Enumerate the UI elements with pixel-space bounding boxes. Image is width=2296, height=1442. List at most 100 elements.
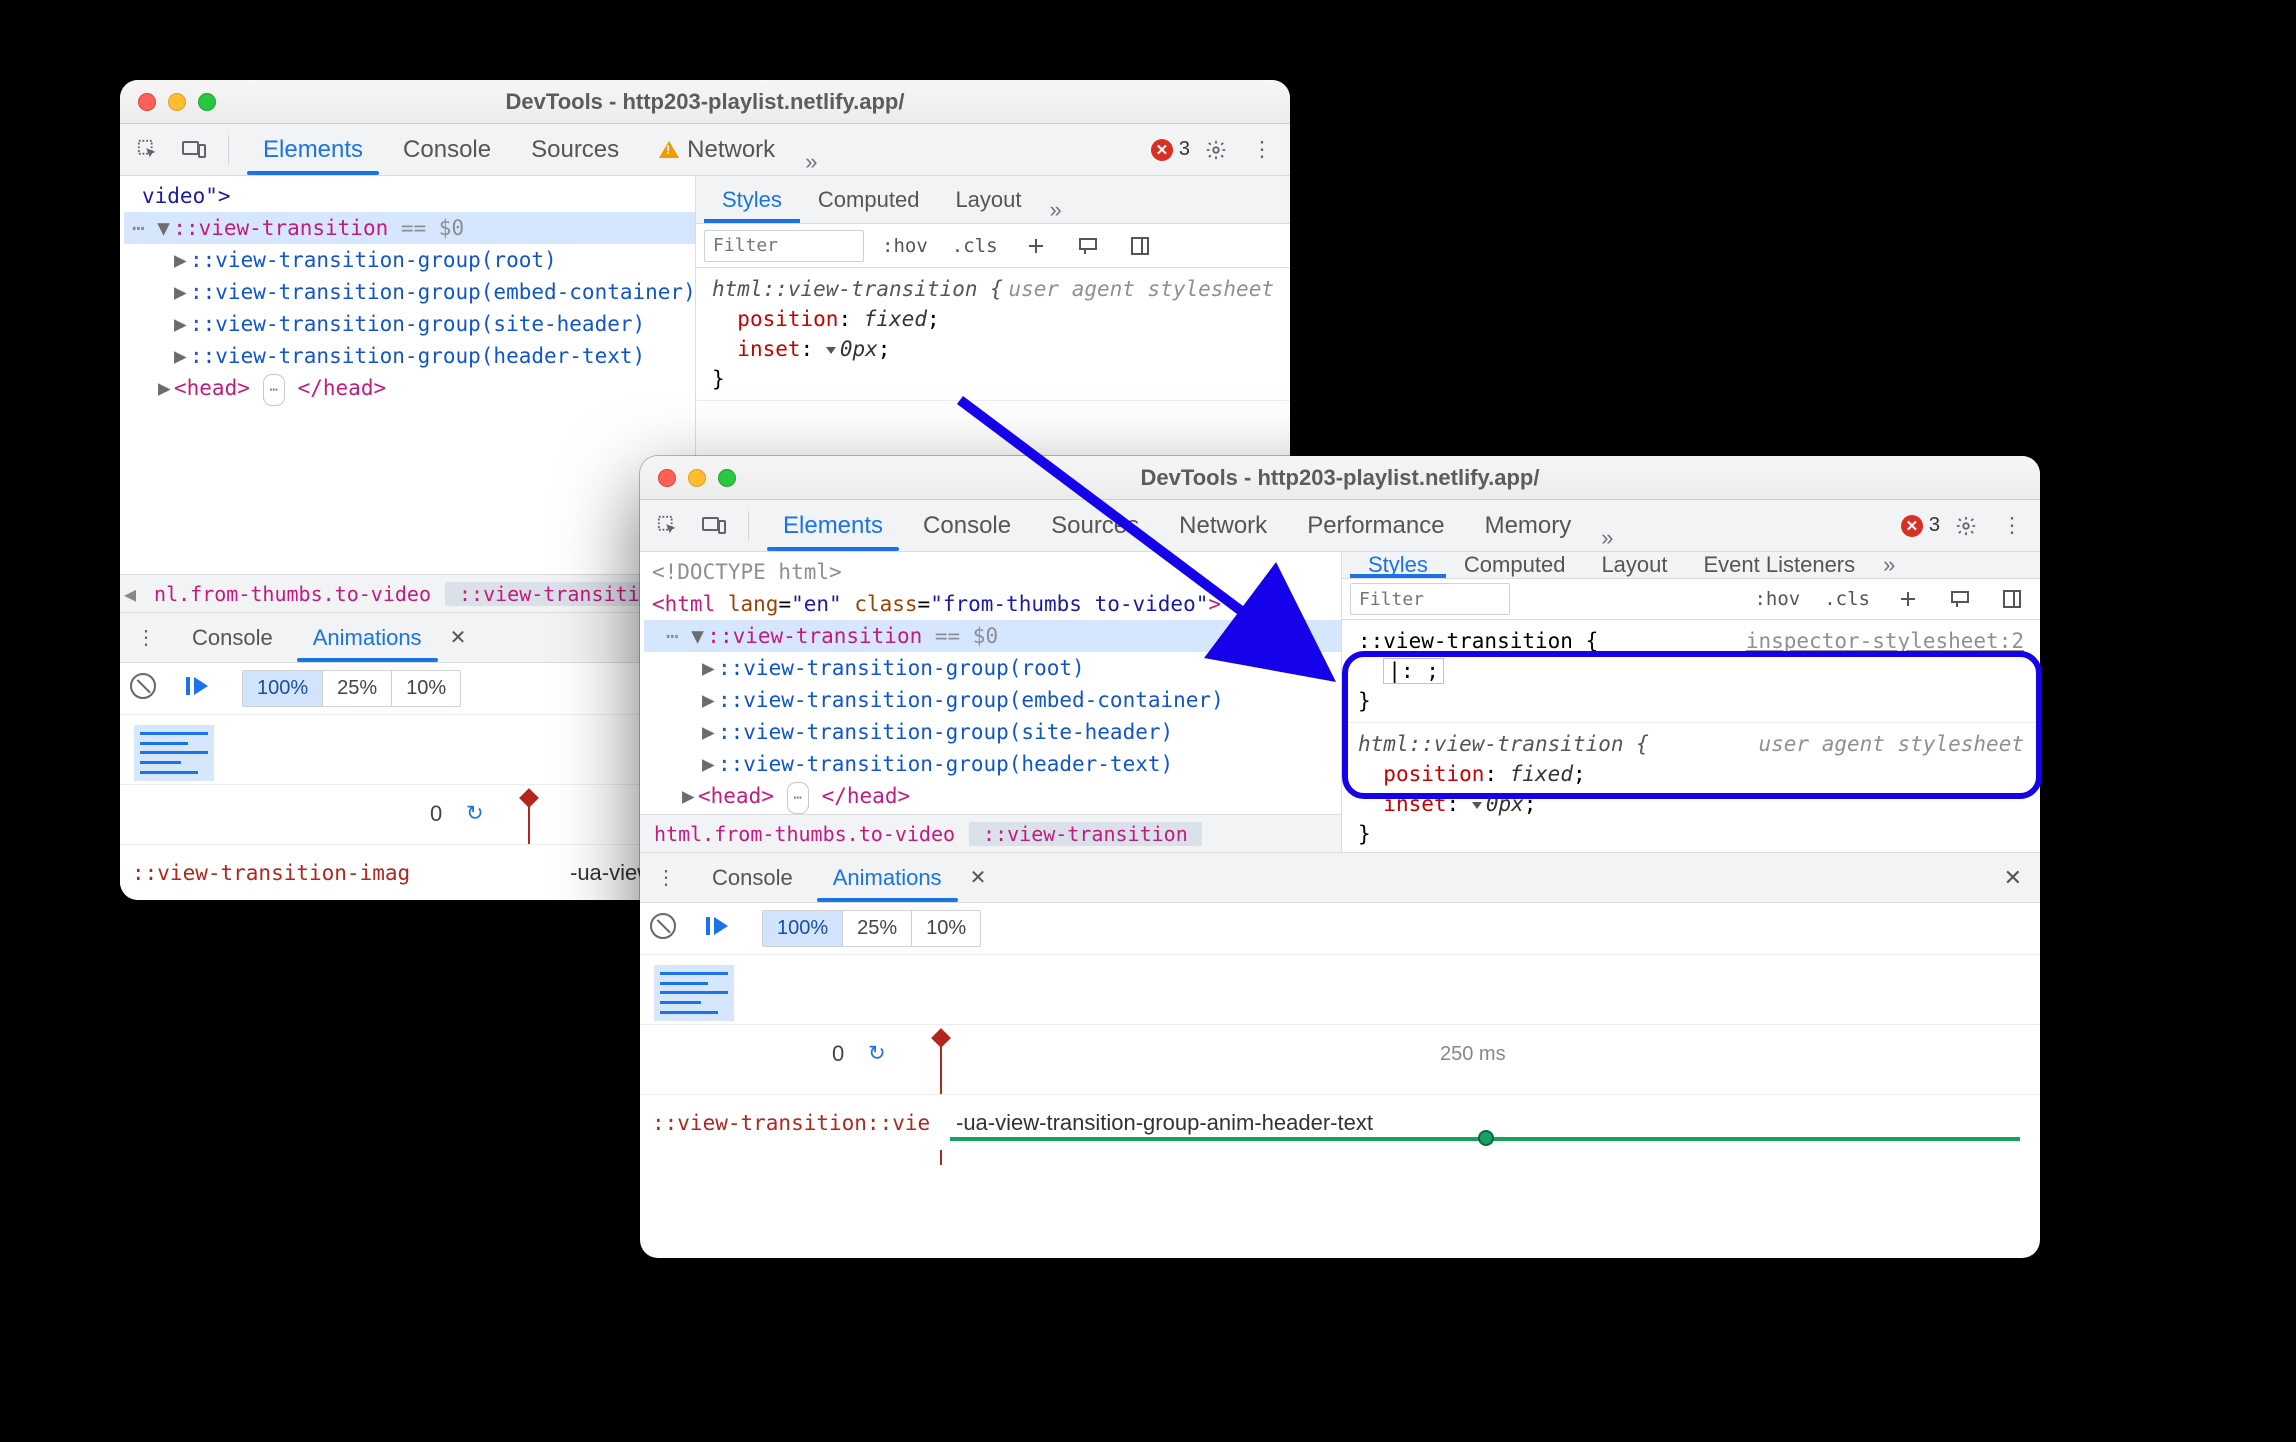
zoom-window-button[interactable] xyxy=(718,469,736,487)
dom-node[interactable]: ▶::view-transition-group(embed-container… xyxy=(644,684,1341,716)
settings-icon[interactable] xyxy=(1946,506,1986,546)
dom-node[interactable]: ▶::view-transition-group(root) xyxy=(124,244,695,276)
tab-elements[interactable]: Elements xyxy=(243,124,383,175)
titlebar[interactable]: DevTools - http203-playlist.netlify.app/ xyxy=(120,80,1290,124)
dom-node[interactable]: ▶::view-transition-group(header-text) xyxy=(124,340,695,372)
inspect-element-icon[interactable] xyxy=(648,506,688,546)
tab-performance[interactable]: Performance xyxy=(1287,500,1464,551)
replay-icon[interactable]: ↻ xyxy=(868,1041,886,1066)
subtab-computed[interactable]: Computed xyxy=(800,176,938,223)
styles-filter-input[interactable] xyxy=(1350,583,1510,615)
kebab-menu-icon[interactable]: ⋮ xyxy=(1992,506,2032,546)
subtab-styles[interactable]: Styles xyxy=(1350,552,1446,578)
breadcrumb-prev-icon[interactable]: ◀ xyxy=(120,582,140,606)
subtabs-overflow-icon[interactable]: » xyxy=(1873,552,1905,578)
style-rule[interactable]: user agent stylesheet html::view-transit… xyxy=(1342,723,2040,852)
rule-source-link[interactable]: inspector-stylesheet:2 xyxy=(1746,626,2024,656)
tab-elements[interactable]: Elements xyxy=(763,500,903,551)
drawer-close-icon[interactable]: ✕ xyxy=(1986,865,2040,891)
breadcrumb-item[interactable]: html.from-thumbs.to-video xyxy=(640,822,969,846)
dom-node-head[interactable]: ▶<head> ⋯ </head> xyxy=(644,780,1341,814)
drawer-menu-icon[interactable]: ⋮ xyxy=(640,865,692,890)
computed-panel-icon[interactable] xyxy=(1992,579,2032,619)
prop-value[interactable]: fixed xyxy=(1510,762,1573,786)
rule-source[interactable]: user agent stylesheet xyxy=(1758,729,2024,759)
prop-value[interactable]: fixed xyxy=(864,307,927,331)
replay-icon[interactable]: ↻ xyxy=(466,801,484,826)
close-tab-icon[interactable]: ✕ xyxy=(442,625,475,650)
close-window-button[interactable] xyxy=(138,93,156,111)
tabs-overflow-icon[interactable]: » xyxy=(795,149,827,175)
subtab-computed[interactable]: Computed xyxy=(1446,552,1584,578)
error-badge[interactable]: ✕3 xyxy=(1151,138,1190,161)
speed-25[interactable]: 25% xyxy=(323,671,392,706)
breadcrumb-item[interactable]: nl.from-thumbs.to-video xyxy=(140,582,445,606)
timeline-header[interactable]: 0 ↻ 250 ms xyxy=(640,1024,2040,1094)
breadcrumb-bar[interactable]: ◀ nl.from-thumbs.to-video ::view-transit… xyxy=(120,574,695,612)
speed-selector[interactable]: 100% 25% 10% xyxy=(242,670,461,707)
new-rule-icon[interactable] xyxy=(1016,226,1056,266)
dom-node[interactable]: ▶::view-transition-group(header-text) xyxy=(644,748,1341,780)
prop-name[interactable]: inset xyxy=(1383,792,1446,816)
rule-selector[interactable]: html::view-transition { xyxy=(1358,732,1649,756)
drawer-menu-icon[interactable]: ⋮ xyxy=(120,625,172,650)
dom-node-selected[interactable]: ⋯ ▼::view-transition == $0 xyxy=(644,620,1341,652)
dom-node[interactable]: ▶::view-transition-group(site-header) xyxy=(124,308,695,340)
timeline-row[interactable]: ::view-transition-imag -ua-view-tr xyxy=(120,844,696,900)
timeline-row[interactable]: ::view-transition::vie -ua-view-transiti… xyxy=(640,1094,2040,1150)
play-icon[interactable] xyxy=(194,677,208,701)
rule-editing-input[interactable]: |: ; xyxy=(1383,658,1444,684)
kebab-menu-icon[interactable]: ⋮ xyxy=(1242,130,1282,170)
subtab-event-listeners[interactable]: Event Listeners xyxy=(1686,552,1874,578)
style-rule-new[interactable]: inspector-stylesheet:2 ::view-transition… xyxy=(1342,620,2040,723)
dom-node-html[interactable]: <html lang="en" class="from-thumbs to-vi… xyxy=(644,588,1341,620)
minimize-window-button[interactable] xyxy=(168,93,186,111)
speed-10[interactable]: 10% xyxy=(392,671,460,706)
speed-selector[interactable]: 100% 25% 10% xyxy=(762,910,981,947)
animations-buffer[interactable] xyxy=(640,954,2040,1024)
breadcrumb-bar[interactable]: html.from-thumbs.to-video ::view-transit… xyxy=(640,814,1341,852)
timeline-target[interactable]: ::view-transition::vie xyxy=(652,1111,930,1135)
subtab-layout[interactable]: Layout xyxy=(937,176,1039,223)
hov-toggle[interactable]: :hov xyxy=(876,231,934,261)
dom-node[interactable]: ▶::view-transition-group(embed-container… xyxy=(124,276,695,308)
animation-group-thumb[interactable] xyxy=(654,965,734,1021)
minimize-window-button[interactable] xyxy=(688,469,706,487)
zoom-window-button[interactable] xyxy=(198,93,216,111)
tabs-overflow-icon[interactable]: » xyxy=(1591,525,1623,551)
style-rule[interactable]: user agent stylesheet html::view-transit… xyxy=(696,268,1290,401)
prop-name[interactable]: position xyxy=(1383,762,1484,786)
breadcrumb-item-current[interactable]: ::view-transition xyxy=(969,822,1202,846)
drawer-tab-animations[interactable]: Animations xyxy=(813,853,962,902)
prop-value[interactable]: 0px xyxy=(840,337,878,361)
animations-buffer[interactable] xyxy=(120,714,696,784)
hov-toggle[interactable]: :hov xyxy=(1748,584,1806,614)
new-rule-icon[interactable] xyxy=(1888,579,1928,619)
tab-sources[interactable]: Sources xyxy=(1031,500,1159,551)
dom-node-head[interactable]: ▶<head> ⋯ </head> xyxy=(124,372,695,407)
prop-name[interactable]: position xyxy=(737,307,838,331)
clear-icon[interactable] xyxy=(650,913,676,945)
titlebar[interactable]: DevTools - http203-playlist.netlify.app/ xyxy=(640,456,2040,500)
close-window-button[interactable] xyxy=(658,469,676,487)
clear-icon[interactable] xyxy=(130,673,156,705)
drawer-tab-animations[interactable]: Animations xyxy=(293,613,442,662)
cls-toggle[interactable]: .cls xyxy=(946,231,1004,261)
format-icon[interactable] xyxy=(1940,579,1980,619)
expand-shorthand-icon[interactable] xyxy=(826,347,836,354)
tab-memory[interactable]: Memory xyxy=(1465,500,1592,551)
tab-console[interactable]: Console xyxy=(903,500,1031,551)
tab-network[interactable]: Network xyxy=(1159,500,1287,551)
dom-tree[interactable]: video"> ⋯ ▼::view-transition == $0 ▶::vi… xyxy=(120,176,695,574)
dom-tree[interactable]: <!DOCTYPE html> <html lang="en" class="f… xyxy=(640,552,1341,814)
drawer-tab-console[interactable]: Console xyxy=(692,853,813,902)
close-tab-icon[interactable]: ✕ xyxy=(962,865,995,890)
drawer-tab-console[interactable]: Console xyxy=(172,613,293,662)
speed-25[interactable]: 25% xyxy=(843,911,912,946)
play-icon[interactable] xyxy=(714,917,728,941)
rule-selector[interactable]: ::view-transition { xyxy=(1358,629,1598,653)
dom-node[interactable]: ▶::view-transition-group(site-header) xyxy=(644,716,1341,748)
tab-sources[interactable]: Sources xyxy=(511,124,639,175)
dom-node-selected[interactable]: ⋯ ▼::view-transition == $0 xyxy=(124,212,695,244)
subtabs-overflow-icon[interactable]: » xyxy=(1040,197,1072,223)
